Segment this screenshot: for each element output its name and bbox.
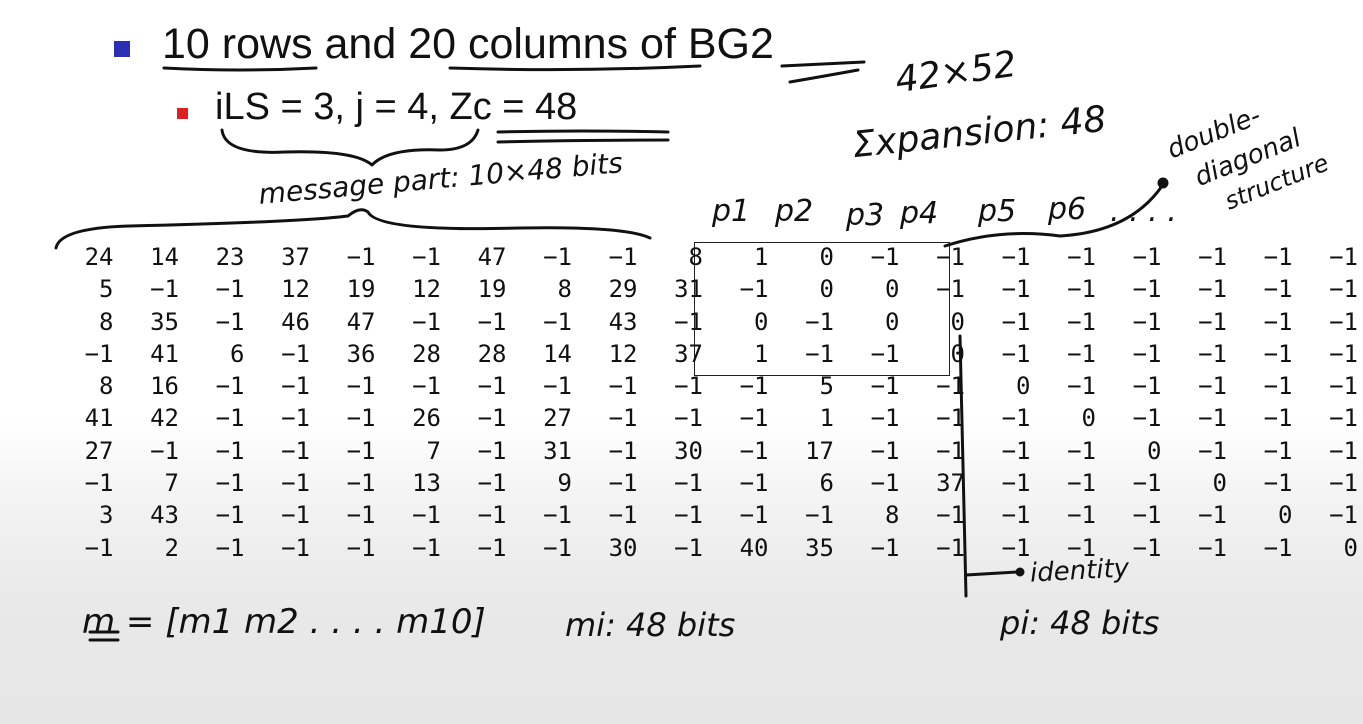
underline-zc-2 — [496, 138, 670, 144]
underline-zc — [496, 129, 670, 134]
brace-message-part — [54, 208, 652, 250]
arrow-double-diagonal — [943, 184, 1164, 248]
arrow-dot — [1157, 177, 1169, 189]
underline-10-rows — [162, 66, 318, 72]
identity-bracket — [958, 334, 968, 598]
underline-bg2-2 — [788, 68, 860, 84]
brace-under-params — [220, 128, 480, 167]
identity-arrow — [964, 570, 1020, 577]
underline-20-columns — [448, 64, 702, 72]
underline-bg2 — [780, 60, 866, 68]
identity-dot — [1015, 567, 1025, 577]
handwriting-strokes — [54, 60, 1169, 642]
